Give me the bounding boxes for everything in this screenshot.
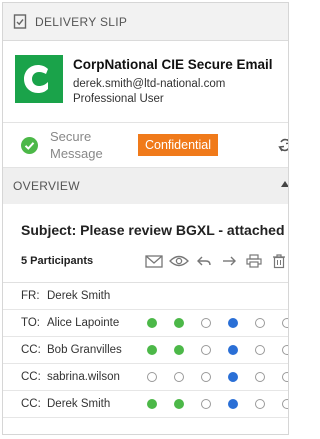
panel-title: DELIVERY SLIP <box>35 14 128 29</box>
status-dot-empty <box>255 318 265 328</box>
status-dot-green <box>174 345 184 355</box>
status-dot-blue <box>228 399 238 409</box>
participants-toolbar: 5 Participants <box>3 248 288 274</box>
section-label: OVERVIEW <box>13 179 80 193</box>
status-dot-empty <box>255 399 265 409</box>
participant-status-indicators <box>147 318 288 328</box>
status-dot-empty <box>282 399 288 409</box>
participant-row[interactable]: CC: Derek Smith <box>3 391 288 418</box>
status-dot-empty <box>201 399 211 409</box>
status-dot-empty <box>201 372 211 382</box>
reply-icon[interactable] <box>192 252 216 270</box>
delivery-slip-panel: DELIVERY SLIP CorpNational CIE Secure Em… <box>2 2 289 435</box>
corpnational-logo <box>15 55 63 103</box>
status-dot-green <box>147 345 157 355</box>
participant-status-indicators <box>147 345 288 355</box>
status-dot-empty <box>255 345 265 355</box>
status-dot-blue <box>228 345 238 355</box>
participant-role: TO: <box>21 317 40 329</box>
status-dot-empty <box>255 372 265 382</box>
participant-role: CC: <box>21 344 41 356</box>
participant-status-indicators <box>147 372 288 382</box>
status-dot-blue <box>228 372 238 382</box>
classification-badge: Confidential <box>138 134 219 156</box>
status-dot-empty <box>201 345 211 355</box>
chevron-up-icon[interactable] <box>280 180 289 188</box>
participant-role: CC: <box>21 371 41 383</box>
status-dot-green <box>147 318 157 328</box>
status-dot-empty <box>282 372 288 382</box>
message-subject: Subject: Please review BGXL - attached <box>21 222 285 238</box>
titlebar: DELIVERY SLIP <box>3 3 288 41</box>
overview-section-header[interactable]: OVERVIEW <box>3 168 288 204</box>
secure-message-label: Secure Message <box>50 129 103 161</box>
delete-icon[interactable] <box>267 252 288 270</box>
refresh-icon[interactable] <box>278 137 289 153</box>
forward-icon[interactable] <box>217 252 241 270</box>
account-email: derek.smith@ltd-national.com <box>73 78 226 90</box>
status-dot-empty <box>282 318 288 328</box>
participant-row[interactable]: TO: Alice Lapointe <box>3 310 288 337</box>
participant-row[interactable]: CC: sabrina.wilson <box>3 364 288 391</box>
account-header: CorpNational CIE Secure Email derek.smit… <box>3 41 288 123</box>
participant-name: Bob Granvilles <box>47 344 122 356</box>
participant-name: Derek Smith <box>47 290 111 302</box>
status-dot-empty <box>147 372 157 382</box>
status-dot-empty <box>282 345 288 355</box>
receipt-check-icon <box>13 14 27 29</box>
account-role: Professional User <box>73 93 164 105</box>
participant-list: FR: Derek Smith TO: Alice Lapointe CC: Bob Gr… <box>3 282 288 418</box>
participant-row[interactable]: FR: Derek Smith <box>3 283 288 310</box>
eye-icon[interactable] <box>167 252 191 270</box>
participant-role: CC: <box>21 398 41 410</box>
envelope-icon[interactable] <box>142 252 166 270</box>
status-dot-empty <box>174 372 184 382</box>
security-status: Secure Message Confidential <box>3 123 288 168</box>
print-icon[interactable] <box>242 252 266 270</box>
participant-role: FR: <box>21 290 40 302</box>
app-name: CorpNational CIE Secure Email <box>73 57 273 72</box>
participant-name: Derek Smith <box>47 398 111 410</box>
status-dot-blue <box>228 318 238 328</box>
status-dot-green <box>174 318 184 328</box>
status-dot-green <box>147 399 157 409</box>
participant-row[interactable]: CC: Bob Granvilles <box>3 337 288 364</box>
participant-name: sabrina.wilson <box>47 371 120 383</box>
participants-count: 5 Participants <box>21 255 94 267</box>
participant-name: Alice Lapointe <box>47 317 120 329</box>
status-dot-green <box>174 399 184 409</box>
participant-status-indicators <box>147 399 288 409</box>
check-circle-icon <box>21 136 38 154</box>
status-dot-empty <box>201 318 211 328</box>
action-icons <box>142 252 288 270</box>
